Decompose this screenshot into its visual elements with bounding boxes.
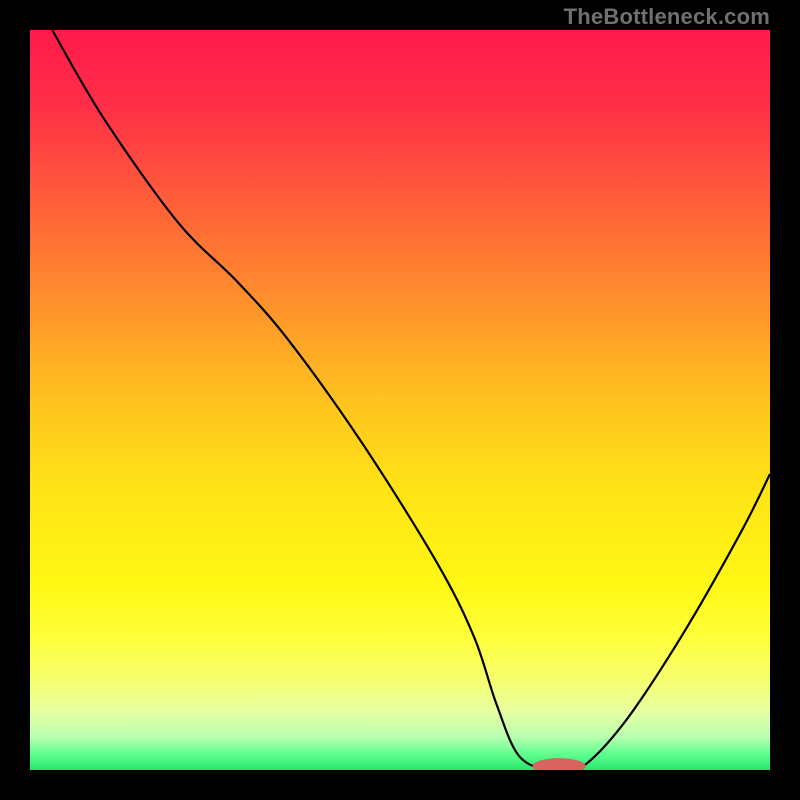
chart-frame: TheBottleneck.com [0,0,800,800]
plot-area [30,30,770,770]
bottleneck-chart [30,30,770,770]
gradient-background [30,30,770,770]
watermark-text: TheBottleneck.com [564,4,770,30]
